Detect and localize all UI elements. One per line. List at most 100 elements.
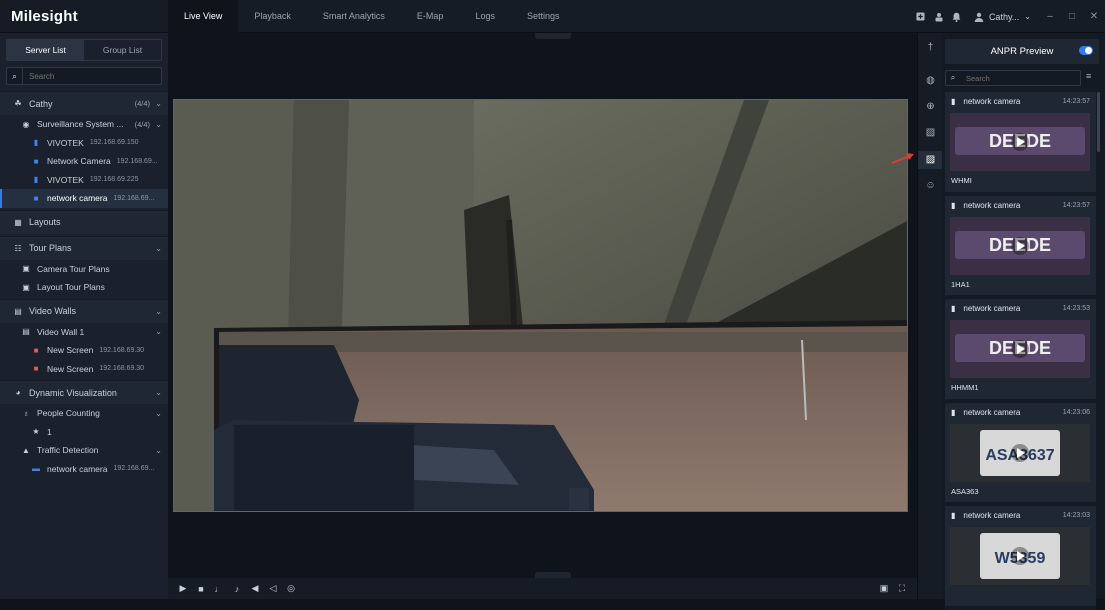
tab-playback[interactable]: Playback: [238, 0, 307, 33]
camera-feed-image: [174, 100, 907, 511]
alarm-bell-icon[interactable]: ◍: [918, 75, 943, 86]
camera-name: network camera: [963, 407, 1021, 417]
device-ip: 192.168.69...: [113, 465, 155, 473]
tab-e-map[interactable]: E-Map: [401, 0, 460, 33]
anpr-entry[interactable]: ▮ network camera 14:23:57 DEEDE 1HA1: [945, 195, 1096, 299]
device-ip: 192.168.69...: [116, 157, 158, 165]
layout-toggle-icon[interactable]: ▣: [875, 583, 893, 594]
anpr-entry-camera: ▮ network camera: [951, 304, 1020, 313]
pin-icon[interactable]: †: [918, 42, 943, 53]
collapse-top-handle[interactable]: [535, 33, 571, 39]
tab-smart-analytics[interactable]: Smart Analytics: [307, 0, 401, 33]
sort-icon[interactable]: ≡: [1086, 71, 1091, 81]
anpr-car-icon[interactable]: ▨: [918, 151, 943, 169]
layouts-icon: ▦: [14, 217, 22, 227]
tree-item-device-selected[interactable]: ■ network camera 192.168.69...: [0, 189, 168, 208]
tab-settings[interactable]: Settings: [511, 0, 576, 33]
tree-item-device[interactable]: ▮ VIVOTEK 192.168.69.225: [0, 171, 168, 190]
record-icon[interactable]: ■: [192, 584, 210, 594]
video-feed[interactable]: [173, 99, 908, 512]
image-settings-icon[interactable]: ▧: [918, 127, 943, 138]
bullet-camera-icon: ▮: [33, 138, 39, 148]
tree-item-surveillance-system[interactable]: ◉ Surveillance System ... (4/4) ⌄: [0, 115, 168, 134]
microphone-icon[interactable]: ♩: [210, 584, 228, 594]
anpr-timestamp: 14:23:57: [1062, 201, 1090, 209]
camera-name: network camera: [963, 97, 1021, 106]
camera-icon: ■: [33, 156, 39, 166]
anpr-header: ANPR Preview: [945, 39, 1099, 64]
tree-label: Tour Plans: [29, 243, 72, 253]
tree-item-cathy[interactable]: ☘ Cathy (4/4) ⌄: [0, 91, 168, 115]
chevron-down-icon: ⌄: [155, 99, 162, 108]
plate-thumbnail[interactable]: W5359: [950, 527, 1090, 585]
snapshot-camera-icon[interactable]: ◎: [282, 583, 300, 594]
anpr-toggle[interactable]: [1079, 46, 1093, 55]
anpr-title: ANPR Preview: [990, 46, 1054, 57]
anpr-search-input[interactable]: [960, 73, 1080, 83]
anpr-search: ⌕: [945, 70, 1081, 86]
tree-item-people-counting[interactable]: ♁ People Counting ⌄: [0, 404, 168, 423]
camera-icon: ■: [33, 193, 39, 203]
group-list-tab[interactable]: Group List: [84, 40, 161, 60]
fullscreen-icon[interactable]: ⛶: [893, 583, 911, 594]
volume-mute-icon[interactable]: ◁: [264, 583, 282, 594]
bullet-camera-icon: ▮: [951, 200, 956, 210]
chevron-down-icon: ⌄: [155, 243, 162, 253]
tree-item-screen[interactable]: ■ New Screen 192.168.69.30: [0, 360, 168, 379]
device-count: (4/4): [134, 119, 150, 129]
tree-item-traffic-camera[interactable]: ▬ network camera 192.168.69...: [0, 460, 168, 479]
microphone-off-icon[interactable]: ♪: [228, 584, 246, 594]
tree-item-video-wall-1[interactable]: ▤ Video Wall 1 ⌄: [0, 323, 168, 342]
face-icon[interactable]: ☺: [918, 180, 943, 191]
tree-item-screen[interactable]: ■ New Screen 192.168.69.30: [0, 341, 168, 360]
tree-item-tour-plans[interactable]: ☷ Tour Plans ⌄: [0, 235, 168, 260]
tree-item-device[interactable]: ■ Network Camera 192.168.69...: [0, 152, 168, 171]
search-icon: ⌕: [7, 68, 23, 84]
chevron-down-icon: ⌄: [155, 327, 162, 337]
tree-item-layout-tour-plans[interactable]: ▣ Layout Tour Plans: [0, 278, 168, 297]
anpr-scrollbar[interactable]: [1097, 92, 1100, 152]
device-search: ⌕: [6, 67, 162, 85]
tree-item-dynamic-visualization[interactable]: ◕ Dynamic Visualization ⌄: [0, 380, 168, 404]
tree-item-device[interactable]: ▮ VIVOTEK 192.168.69.150: [0, 134, 168, 153]
anpr-entry[interactable]: ▮ network camera 14:23:06 ASA3637 ASA363: [945, 402, 1096, 506]
user-name: Cathy...: [988, 11, 1020, 22]
user-menu[interactable]: Cathy... ⌄: [974, 12, 1031, 22]
bullet-camera-icon: ▮: [951, 304, 956, 313]
close-button[interactable]: ✕: [1083, 11, 1105, 22]
tab-logs[interactable]: Logs: [459, 0, 511, 33]
tree-item-layouts[interactable]: ▦ Layouts: [0, 209, 168, 234]
tree-item-camera-tour-plans[interactable]: ▣ Camera Tour Plans: [0, 260, 168, 279]
bullet-camera-icon: ▮: [951, 407, 956, 417]
anpr-timestamp: 14:23:53: [1062, 305, 1090, 312]
volume-icon[interactable]: ◀: [246, 583, 264, 594]
notification-bell-icon[interactable]: [948, 0, 966, 33]
device-ip: 192.168.69.150: [89, 139, 139, 147]
add-device-icon[interactable]: [912, 0, 930, 33]
chevron-down-icon: ⌄: [1024, 12, 1031, 21]
tree-item-people-counting-1[interactable]: ★ 1: [0, 423, 168, 442]
top-bar: Milesight Live View Playback Smart Analy…: [0, 0, 1105, 33]
tree-item-traffic-detection[interactable]: ▲ Traffic Detection ⌄: [0, 441, 168, 460]
plate-thumbnail[interactable]: DEEDE: [950, 216, 1090, 275]
anpr-entry[interactable]: ▮ network camera 14:23:57 DEEDE WHMI: [945, 92, 1096, 196]
ptz-control-icon[interactable]: ⊕: [918, 101, 943, 112]
server-list-tab[interactable]: Server List: [7, 40, 84, 60]
plate-thumbnail[interactable]: DEEDE: [950, 113, 1090, 171]
screen-icon: ■: [33, 345, 39, 355]
tab-live-view[interactable]: Live View: [168, 0, 239, 33]
traffic-icon: ▲: [22, 445, 30, 455]
anpr-list: ▮ network camera 14:23:57 DEEDE WHMI ▮ network…: [945, 92, 1096, 610]
minimize-button[interactable]: –: [1039, 11, 1061, 22]
anpr-entry[interactable]: ▮ network camera 14:23:03 W5359: [945, 506, 1096, 610]
maximize-button[interactable]: □: [1061, 11, 1083, 22]
stream-play-icon[interactable]: ▶: [174, 583, 192, 594]
plate-thumbnail[interactable]: ASA3637: [950, 423, 1090, 482]
anpr-entry-camera: ▮ network camera: [951, 97, 1020, 106]
device-search-input[interactable]: [23, 71, 161, 81]
plate-thumbnail[interactable]: DEEDE: [950, 320, 1090, 378]
anpr-entry[interactable]: ▮ network camera 14:23:53 DEEDE HHMM1: [945, 299, 1096, 403]
users-icon[interactable]: [930, 0, 948, 33]
people-counting-icon: ♁: [23, 408, 29, 418]
tree-item-video-walls[interactable]: ▤ Video Walls ⌄: [0, 298, 168, 323]
